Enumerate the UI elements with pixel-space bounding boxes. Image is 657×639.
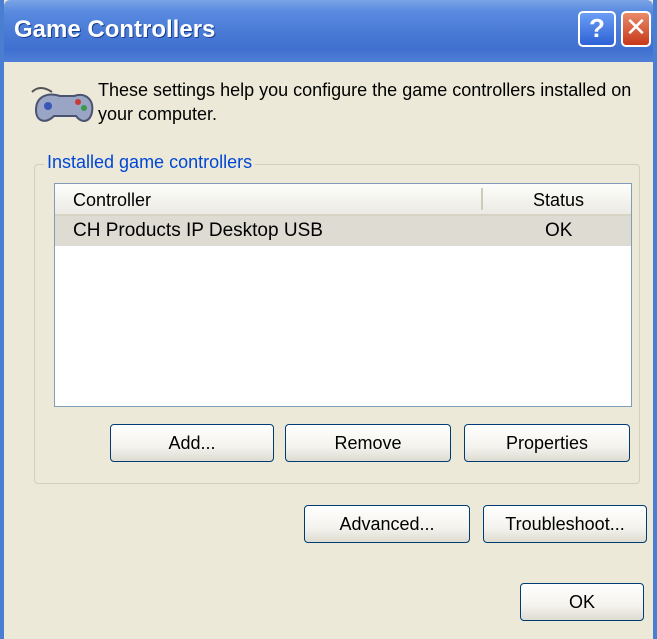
gamepad-icon bbox=[31, 87, 94, 122]
properties-button[interactable]: Properties bbox=[464, 424, 630, 462]
group-label: Installed game controllers bbox=[44, 152, 256, 173]
add-button[interactable]: Add... bbox=[110, 424, 274, 462]
troubleshoot-button[interactable]: Troubleshoot... bbox=[483, 505, 647, 543]
advanced-button[interactable]: Advanced... bbox=[304, 505, 470, 543]
column-divider[interactable] bbox=[481, 188, 483, 210]
window-title: Game Controllers bbox=[14, 16, 216, 43]
game-controllers-dialog: Game Controllers ? ✕ These settings help… bbox=[0, 0, 657, 639]
controllers-list[interactable]: Controller Status CH Products IP Desktop… bbox=[54, 183, 632, 407]
column-header-controller[interactable]: Controller bbox=[73, 190, 151, 211]
help-icon[interactable]: ? bbox=[578, 11, 616, 47]
ok-button[interactable]: OK bbox=[520, 583, 644, 621]
remove-button[interactable]: Remove bbox=[285, 424, 451, 462]
title-bar[interactable]: Game Controllers ? ✕ bbox=[4, 0, 653, 62]
column-header-status[interactable]: Status bbox=[533, 190, 584, 211]
close-icon[interactable]: ✕ bbox=[621, 11, 651, 47]
controller-status: OK bbox=[545, 220, 573, 241]
list-header: Controller Status bbox=[55, 184, 631, 216]
table-row[interactable]: CH Products IP Desktop USB OK bbox=[55, 216, 631, 246]
intro-text: These settings help you configure the ga… bbox=[98, 80, 632, 124]
controller-name: CH Products IP Desktop USB bbox=[73, 220, 323, 241]
